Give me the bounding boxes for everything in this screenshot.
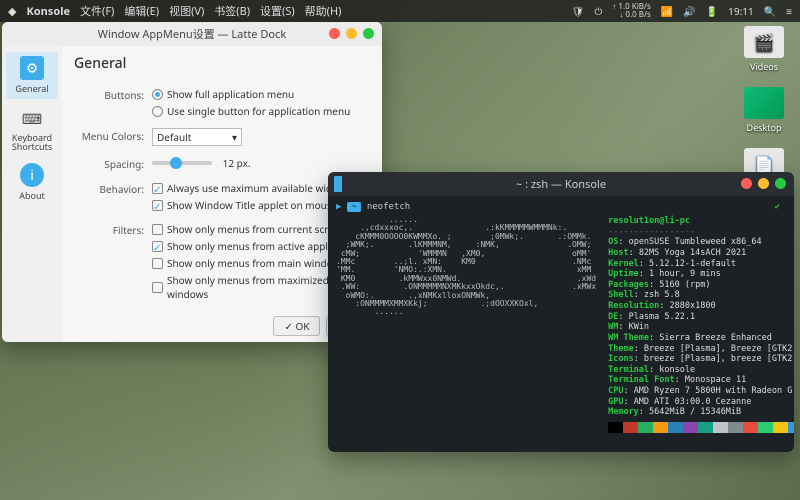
clock[interactable]: 19:11 bbox=[728, 4, 754, 18]
ok-button[interactable]: ✓ OK bbox=[273, 316, 320, 336]
konsole-window: ~ : zsh — Konsole ▶ ~ neofetch ✔ ...... … bbox=[328, 172, 794, 452]
konsole-titlebar[interactable]: ~ : zsh — Konsole bbox=[328, 172, 794, 196]
volume-icon[interactable]: 🔊 bbox=[683, 4, 695, 18]
spacing-slider[interactable] bbox=[152, 161, 212, 165]
minimize-icon[interactable] bbox=[346, 28, 357, 39]
window-title: ~ : zsh — Konsole bbox=[516, 177, 606, 192]
menu-extra-icon[interactable]: ≡ bbox=[786, 4, 792, 18]
neofetch-info: resolut1on@li-pc ----------------- OS: o… bbox=[608, 216, 794, 433]
label-behavior: Behavior: bbox=[74, 181, 144, 196]
sidebar-item-label: Keyboard Shortcuts bbox=[6, 133, 58, 151]
spacing-value: 12 px. bbox=[223, 156, 251, 170]
menu-settings[interactable]: 设置(S) bbox=[260, 3, 295, 19]
neofetch-art: ...... .,cdxxxoc,. .:kKMMMMMWMMMNk:. cKM… bbox=[336, 216, 596, 433]
chevron-down-icon: ▾ bbox=[232, 130, 237, 144]
gear-icon: ⚙ bbox=[20, 56, 44, 80]
latte-titlebar[interactable]: Window AppMenu设置 — Latte Dock bbox=[2, 22, 382, 46]
menu-help[interactable]: 帮助(H) bbox=[305, 3, 342, 19]
app-name[interactable]: Konsole bbox=[26, 4, 70, 19]
latte-sidebar: ⚙ General ⌨ Keyboard Shortcuts i About bbox=[2, 46, 62, 342]
check-icon: ✔ bbox=[775, 202, 780, 212]
window-title: Window AppMenu设置 — Latte Dock bbox=[98, 26, 286, 42]
info-icon: i bbox=[20, 163, 44, 187]
keyboard-icon: ⌨ bbox=[20, 107, 44, 131]
color-palette bbox=[608, 422, 794, 433]
battery-icon[interactable]: 🔋 bbox=[706, 4, 718, 18]
radio-single-button[interactable]: Use single button for application menu bbox=[152, 104, 370, 118]
label-spacing: Spacing: bbox=[74, 156, 144, 171]
label-buttons: Buttons: bbox=[74, 87, 144, 102]
page-title: General bbox=[74, 54, 370, 73]
tray-icon[interactable]: ⏻ bbox=[594, 4, 602, 18]
search-icon[interactable]: 🔍 bbox=[764, 4, 776, 18]
menu-view[interactable]: 视图(V) bbox=[169, 3, 204, 19]
wifi-icon[interactable]: 📶 bbox=[661, 4, 673, 18]
network-speed: ↑ 1.0 KiB/s ↓ 0.0 B/s bbox=[612, 3, 651, 19]
close-icon[interactable] bbox=[329, 28, 340, 39]
desktop-icon-desktop[interactable]: Desktop bbox=[738, 87, 790, 134]
combo-menu-colors[interactable]: Default▾ bbox=[152, 128, 242, 146]
prompt-cwd: ~ bbox=[347, 202, 360, 212]
close-icon[interactable] bbox=[741, 178, 752, 189]
global-menubar: ◆ Konsole 文件(F) 编辑(E) 视图(V) 书签(B) 设置(S) … bbox=[0, 0, 800, 22]
desktop-icon-videos[interactable]: 🎬Videos bbox=[738, 26, 790, 73]
radio-show-full-menu[interactable]: Show full application menu bbox=[152, 87, 370, 101]
tray-icon[interactable]: 🛡 bbox=[572, 4, 585, 18]
sidebar-item-label: About bbox=[19, 189, 45, 202]
minimize-icon[interactable] bbox=[758, 178, 769, 189]
apple-menu-icon[interactable]: ◆ bbox=[8, 4, 16, 19]
maximize-icon[interactable] bbox=[363, 28, 374, 39]
prompt-arrow-icon: ▶ bbox=[336, 202, 341, 212]
command-text: neofetch bbox=[367, 202, 410, 212]
label-filters: Filters: bbox=[74, 222, 144, 237]
label-menu-colors: Menu Colors: bbox=[74, 128, 144, 143]
terminal-body[interactable]: ▶ ~ neofetch ✔ ...... .,cdxxxoc,. .:kKMM… bbox=[328, 196, 794, 452]
sidebar-item-general[interactable]: ⚙ General bbox=[6, 52, 58, 99]
maximize-icon[interactable] bbox=[775, 178, 786, 189]
menu-bookmarks[interactable]: 书签(B) bbox=[214, 3, 250, 19]
konsole-tab-indicator[interactable] bbox=[334, 176, 342, 192]
menu-file[interactable]: 文件(F) bbox=[80, 3, 114, 19]
sidebar-item-shortcuts[interactable]: ⌨ Keyboard Shortcuts bbox=[6, 103, 58, 155]
sidebar-item-label: General bbox=[15, 82, 48, 95]
menu-edit[interactable]: 编辑(E) bbox=[124, 3, 159, 19]
latte-settings-window: Window AppMenu设置 — Latte Dock ⚙ General … bbox=[2, 22, 382, 342]
sidebar-item-about[interactable]: i About bbox=[6, 159, 58, 206]
